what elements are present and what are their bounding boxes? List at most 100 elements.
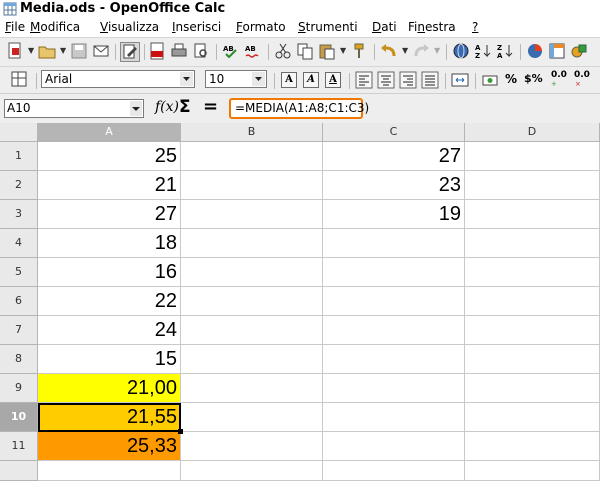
cell-b5[interactable] [181, 258, 323, 287]
cell-c3[interactable]: 19 [323, 200, 465, 229]
format-paintbrush-icon[interactable] [350, 42, 370, 62]
cell-c2[interactable]: 23 [323, 171, 465, 200]
cell-c5[interactable] [323, 258, 465, 287]
export-pdf-icon[interactable] [148, 42, 168, 62]
select-all-corner[interactable] [0, 123, 38, 142]
menu-item-strumenti[interactable]: Strumenti [298, 20, 358, 34]
row-header-11[interactable]: 11 [0, 432, 38, 461]
row-header-6[interactable]: 6 [0, 287, 38, 316]
cell-a7[interactable]: 24 [38, 316, 181, 345]
redo-dropdown-icon[interactable]: ▼ [434, 46, 441, 55]
cell-b8[interactable] [181, 345, 323, 374]
column-header-a[interactable]: A [38, 123, 181, 142]
row-header-9[interactable]: 9 [0, 374, 38, 403]
cell-partial-row[interactable] [465, 461, 600, 481]
cell-d5[interactable] [465, 258, 600, 287]
page-preview-icon[interactable] [192, 42, 212, 62]
cell-a4[interactable]: 18 [38, 229, 181, 258]
row-header-7[interactable]: 7 [0, 316, 38, 345]
cell-d8[interactable] [465, 345, 600, 374]
bold-button[interactable]: A [281, 72, 297, 88]
new-dropdown-icon[interactable]: ▼ [28, 46, 35, 55]
cell-partial-row[interactable] [323, 461, 465, 481]
cell-c4[interactable] [323, 229, 465, 258]
cell-d10[interactable] [465, 403, 600, 432]
row-header-5[interactable]: 5 [0, 258, 38, 287]
cell-a5[interactable]: 16 [38, 258, 181, 287]
print-icon[interactable] [170, 42, 190, 62]
save-icon[interactable] [70, 42, 90, 62]
menu-item-help[interactable]: ? [472, 20, 478, 34]
function-wizard-button[interactable]: f(x) [155, 99, 179, 115]
cut-icon[interactable] [274, 42, 294, 62]
cell-b7[interactable] [181, 316, 323, 345]
font-name-combobox[interactable]: Arial [41, 70, 195, 88]
cell-d4[interactable] [465, 229, 600, 258]
email-icon[interactable] [92, 42, 112, 62]
chevron-down-icon[interactable] [180, 72, 193, 86]
open-folder-icon[interactable] [38, 42, 58, 62]
cell-b4[interactable] [181, 229, 323, 258]
cell-a6[interactable]: 22 [38, 287, 181, 316]
cell-a1[interactable]: 25 [38, 142, 181, 171]
cell-partial-row[interactable] [181, 461, 323, 481]
pivot-table-icon[interactable] [548, 42, 568, 62]
cell-c10[interactable] [323, 403, 465, 432]
menu-item-visualizza[interactable]: Visualizza [100, 20, 159, 34]
open-dropdown-icon[interactable]: ▼ [60, 46, 67, 55]
justify-icon[interactable] [421, 71, 441, 91]
sum-button[interactable]: Σ [179, 97, 191, 117]
standard-number-format-button[interactable]: $% [524, 72, 543, 85]
fill-handle[interactable] [178, 429, 183, 434]
cell-a3[interactable]: 27 [38, 200, 181, 229]
cell-c7[interactable] [323, 316, 465, 345]
cell-d2[interactable] [465, 171, 600, 200]
cell-d7[interactable] [465, 316, 600, 345]
chevron-down-icon[interactable] [130, 101, 142, 116]
align-right-icon[interactable] [399, 71, 419, 91]
cell-b1[interactable] [181, 142, 323, 171]
cell-c9[interactable] [323, 374, 465, 403]
edit-file-icon[interactable] [120, 42, 140, 62]
font-size-combobox[interactable]: 10 [205, 70, 267, 88]
name-box[interactable]: A10 [4, 99, 144, 118]
column-header-c[interactable]: C [323, 123, 465, 142]
cell-a9[interactable]: 21,00 [38, 374, 181, 403]
function-button[interactable]: = [203, 96, 218, 117]
row-header-2[interactable]: 2 [0, 171, 38, 200]
show-draw-functions-icon[interactable] [570, 42, 590, 62]
sort-ascending-icon[interactable]: AZ [474, 42, 494, 62]
cell-d3[interactable] [465, 200, 600, 229]
row-header-4[interactable]: 4 [0, 229, 38, 258]
underline-button[interactable]: A [325, 72, 341, 88]
menu-item-file[interactable]: File [5, 20, 25, 34]
cell-c8[interactable] [323, 345, 465, 374]
align-left-icon[interactable] [355, 71, 375, 91]
cell-d9[interactable] [465, 374, 600, 403]
italic-button[interactable]: A [303, 72, 319, 88]
align-center-icon[interactable] [377, 71, 397, 91]
row-header-3[interactable]: 3 [0, 200, 38, 229]
cell-a8[interactable]: 15 [38, 345, 181, 374]
menu-item-modifica[interactable]: Modifica [30, 20, 80, 34]
cell-b2[interactable] [181, 171, 323, 200]
cell-a11[interactable]: 25,33 [38, 432, 181, 461]
paste-icon[interactable] [318, 42, 338, 62]
menu-item-finestra[interactable]: Finestra [408, 20, 456, 34]
cell-b3[interactable] [181, 200, 323, 229]
cell-a10[interactable]: 21,55 [38, 403, 181, 432]
cell-partial-row[interactable] [38, 461, 181, 481]
spellcheck-icon[interactable]: AB [222, 42, 242, 62]
cell-b10[interactable] [181, 403, 323, 432]
sort-descending-icon[interactable]: ZA [496, 42, 516, 62]
column-header-b[interactable]: B [181, 123, 323, 142]
row-header-8[interactable]: 8 [0, 345, 38, 374]
new-document-icon[interactable] [6, 42, 26, 62]
currency-format-icon[interactable] [481, 71, 501, 91]
cell-b9[interactable] [181, 374, 323, 403]
copy-icon[interactable] [296, 42, 316, 62]
cell-c11[interactable] [323, 432, 465, 461]
row-header-10[interactable]: 10 [0, 403, 38, 432]
insert-chart-icon[interactable] [526, 42, 546, 62]
column-header-d[interactable]: D [465, 123, 600, 142]
